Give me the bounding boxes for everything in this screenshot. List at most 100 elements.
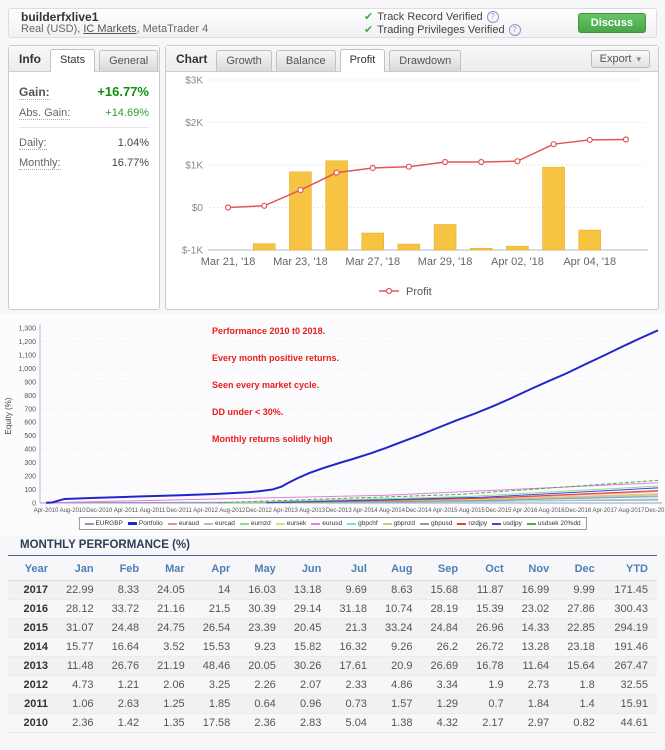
svg-text:Dec-2014: Dec-2014 — [406, 508, 433, 514]
svg-text:Profit: Profit — [406, 286, 432, 298]
tab-stats[interactable]: Stats — [50, 49, 95, 72]
value-cell: 3.52 — [148, 638, 194, 657]
legend-item-usdsek-20-dd[interactable]: usdsek 20%dd — [527, 520, 581, 527]
legend-item-euraud[interactable]: euraud — [168, 520, 199, 527]
account-subtitle: Real (USD), IC Markets, MetaTrader 4 — [21, 23, 208, 35]
column-header-jul: Jul — [330, 558, 376, 581]
value-cell: 22.85 — [558, 619, 604, 638]
legend-swatch — [457, 523, 466, 525]
stat-row: Monthly:16.77% — [19, 157, 149, 170]
svg-text:Seen every market cycle.: Seen every market cycle. — [212, 380, 319, 390]
value-cell: 16.03 — [239, 581, 285, 600]
column-header-aug: Aug — [376, 558, 422, 581]
legend-item-eurnzd[interactable]: eurnzd — [240, 520, 271, 527]
legend-item-eurusd[interactable]: eurusd — [311, 520, 342, 527]
legend-label: EURGBP — [95, 520, 122, 527]
legend-item-eursek[interactable]: eursek — [276, 520, 307, 527]
svg-text:Dec-2016: Dec-2016 — [565, 508, 592, 514]
svg-text:Aug-2013: Aug-2013 — [299, 508, 326, 514]
svg-text:1,100: 1,100 — [18, 352, 36, 359]
legend-label: usdjpy — [503, 520, 522, 527]
svg-text:200: 200 — [24, 474, 36, 481]
discuss-button[interactable]: Discuss — [578, 13, 646, 33]
value-cell: 20.05 — [239, 657, 285, 676]
legend-swatch — [420, 523, 429, 525]
section-rule — [8, 555, 657, 556]
column-header-oct: Oct — [467, 558, 513, 581]
svg-text:100: 100 — [24, 487, 36, 494]
value-cell: 21.3 — [330, 619, 376, 638]
value-cell: 1.57 — [376, 695, 422, 714]
table-row-2010: 20102.361.421.3517.582.362.835.041.384.3… — [8, 714, 657, 733]
svg-text:Apr-2016: Apr-2016 — [513, 508, 538, 514]
export-button[interactable]: Export▾ — [591, 50, 650, 68]
monthly-performance-table: YearJanFebMarAprMayJunJulAugSepOctNovDec… — [8, 558, 657, 733]
table-row-2011: 20111.062.631.251.850.640.960.731.571.29… — [8, 695, 657, 714]
table-row-2016: 201628.1233.7221.1621.530.3929.1431.1810… — [8, 600, 657, 619]
year-cell: 2010 — [8, 714, 57, 733]
tab-profit[interactable]: Profit — [340, 49, 386, 72]
legend-item-portfolio[interactable]: Portfolio — [128, 520, 163, 527]
help-icon[interactable]: ? — [509, 24, 521, 36]
stat-value: 1.04% — [118, 137, 149, 149]
table-row-2015: 201531.0724.4824.7526.5423.3920.4521.333… — [8, 619, 657, 638]
value-cell: 13.18 — [285, 581, 331, 600]
year-cell: 2013 — [8, 657, 57, 676]
broker-link[interactable]: IC Markets — [83, 23, 136, 35]
svg-text:1,200: 1,200 — [18, 339, 36, 346]
value-cell: 15.91 — [604, 695, 657, 714]
legend-item-gbpusd[interactable]: gbpusd — [420, 520, 452, 527]
legend-item-gbpchf[interactable]: gbpchf — [347, 520, 378, 527]
legend-item-nzdjpy[interactable]: nzdjpy — [457, 520, 487, 527]
equity-chart: 1,3001,2001,1001,00090080070060050040030… — [0, 314, 665, 515]
legend-swatch — [84, 523, 93, 525]
legend-item-usdjpy[interactable]: usdjpy — [492, 520, 522, 527]
svg-text:Performance 2010 t0 2018.: Performance 2010 t0 2018. — [212, 326, 325, 336]
value-cell: 22.99 — [57, 581, 103, 600]
value-cell: 14.33 — [513, 619, 559, 638]
legend-label: gbpnzd — [394, 520, 415, 527]
legend-label: gbpusd — [431, 520, 452, 527]
stat-label: Abs. Gain: — [19, 107, 70, 120]
stats-daily-group: Daily:1.04%Monthly:16.77% — [19, 137, 149, 170]
value-cell: 24.84 — [422, 619, 468, 638]
value-cell: 0.96 — [285, 695, 331, 714]
svg-text:Apr 04, '18: Apr 04, '18 — [563, 256, 616, 268]
equity-chart-section: 1,3001,2001,1001,00090080070060050040030… — [0, 314, 665, 536]
value-cell: 16.64 — [103, 638, 149, 657]
legend-label: euraud — [179, 520, 199, 527]
svg-text:Equity (%): Equity (%) — [4, 397, 13, 434]
value-cell: 10.74 — [376, 600, 422, 619]
svg-text:800: 800 — [24, 393, 36, 400]
stat-row: Gain:+16.77% — [19, 84, 149, 100]
stat-label: Monthly: — [19, 157, 61, 170]
value-cell: 2.36 — [239, 714, 285, 733]
tab-balance[interactable]: Balance — [276, 50, 336, 71]
value-cell: 3.34 — [422, 676, 468, 695]
svg-text:$3K: $3K — [185, 76, 203, 87]
year-cell: 2017 — [8, 581, 57, 600]
value-cell: 300.43 — [604, 600, 657, 619]
legend-item-eurgbp[interactable]: EURGBP — [84, 520, 122, 527]
tab-drawdown[interactable]: Drawdown — [389, 50, 461, 71]
value-cell: 5.04 — [330, 714, 376, 733]
legend-item-gbpnzd[interactable]: gbpnzd — [383, 520, 415, 527]
svg-text:1,300: 1,300 — [18, 326, 36, 333]
legend-label: eursek — [287, 520, 307, 527]
tab-general[interactable]: General — [99, 50, 158, 71]
help-icon[interactable]: ? — [487, 11, 499, 23]
tab-growth[interactable]: Growth — [216, 50, 271, 71]
svg-text:DD under < 30%.: DD under < 30%. — [212, 407, 283, 417]
legend-label: eurusd — [322, 520, 342, 527]
value-cell: 0.7 — [467, 695, 513, 714]
value-cell: 15.64 — [558, 657, 604, 676]
chart-panel-title: Chart — [166, 52, 216, 71]
year-cell: 2012 — [8, 676, 57, 695]
value-cell: 31.07 — [57, 619, 103, 638]
legend-swatch — [128, 522, 137, 525]
legend-item-eurcad[interactable]: eurcad — [204, 520, 235, 527]
column-header-dec: Dec — [558, 558, 604, 581]
value-cell: 1.29 — [422, 695, 468, 714]
svg-text:Mar 21, '18: Mar 21, '18 — [201, 256, 256, 268]
track-record-verified-label: Track Record Verified — [377, 11, 482, 23]
